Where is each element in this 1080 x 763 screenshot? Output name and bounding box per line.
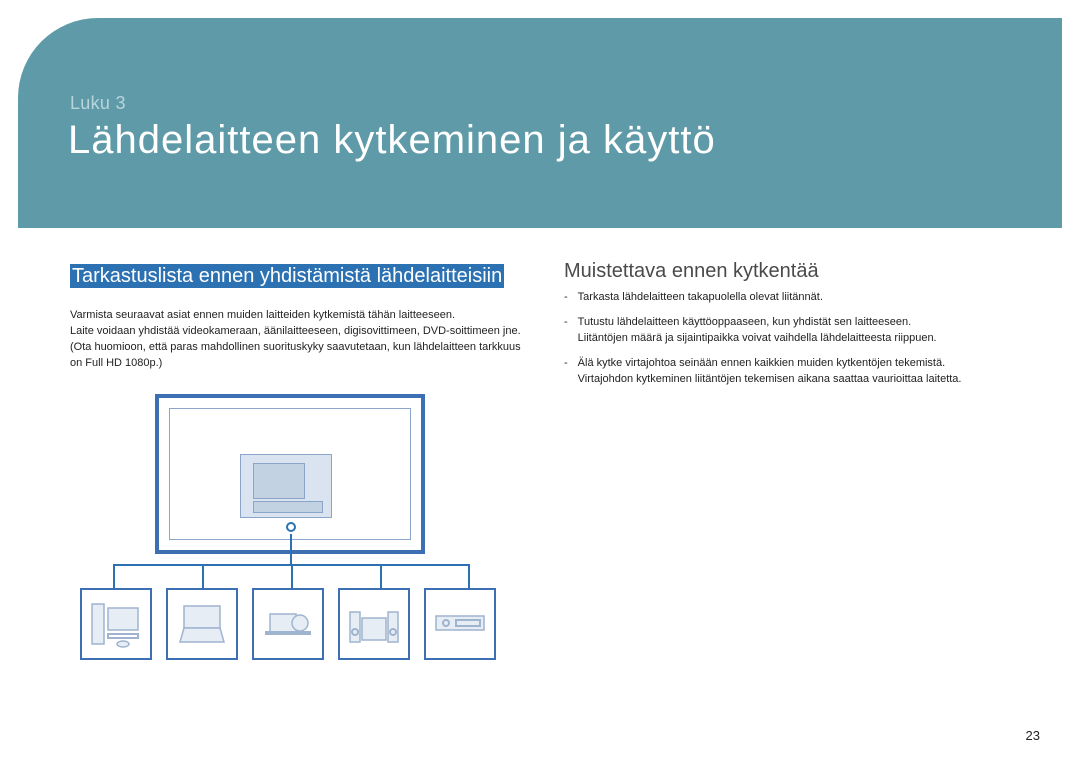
right-section-heading: Muistettava ennen kytkentää bbox=[564, 260, 1020, 283]
cable-drop bbox=[202, 564, 204, 588]
connection-diagram bbox=[70, 394, 510, 676]
cable-drop bbox=[468, 564, 470, 588]
list-item: -Tutustu lähdelaitteen käyttöoppaaseen, … bbox=[564, 314, 1020, 347]
left-intro-paragraph: Varmista seuraavat asiat ennen muiden la… bbox=[70, 308, 526, 372]
device-laptop-icon bbox=[166, 588, 238, 660]
chapter-banner: Luku 3 Lähdelaitteen kytkeminen ja käytt… bbox=[18, 18, 1062, 228]
device-camcorder-icon bbox=[252, 588, 324, 660]
cable-drop bbox=[380, 564, 382, 588]
list-item: -Tarkasta lähdelaitteen takapuolella ole… bbox=[564, 289, 1020, 306]
list-item: -Älä kytke virtajohtoa seinään ennen kai… bbox=[564, 355, 1020, 388]
right-bullet-list: -Tarkasta lähdelaitteen takapuolella ole… bbox=[564, 289, 1020, 388]
tv-port-node bbox=[286, 522, 296, 532]
cable-drop bbox=[113, 564, 115, 588]
tv-connector-panel-icon bbox=[240, 454, 332, 518]
left-section-heading: Tarkastuslista ennen yhdistämistä lähdel… bbox=[70, 260, 526, 292]
cable-drop bbox=[291, 564, 293, 588]
page-title: Lähdelaitteen kytkeminen ja käyttö bbox=[68, 118, 716, 163]
cable-trunk bbox=[290, 534, 292, 564]
page-number: 23 bbox=[1026, 728, 1040, 743]
chapter-label: Luku 3 bbox=[70, 93, 126, 114]
device-desktop-pc-icon bbox=[80, 588, 152, 660]
device-stereo-icon bbox=[338, 588, 410, 660]
device-dvd-player-icon bbox=[424, 588, 496, 660]
